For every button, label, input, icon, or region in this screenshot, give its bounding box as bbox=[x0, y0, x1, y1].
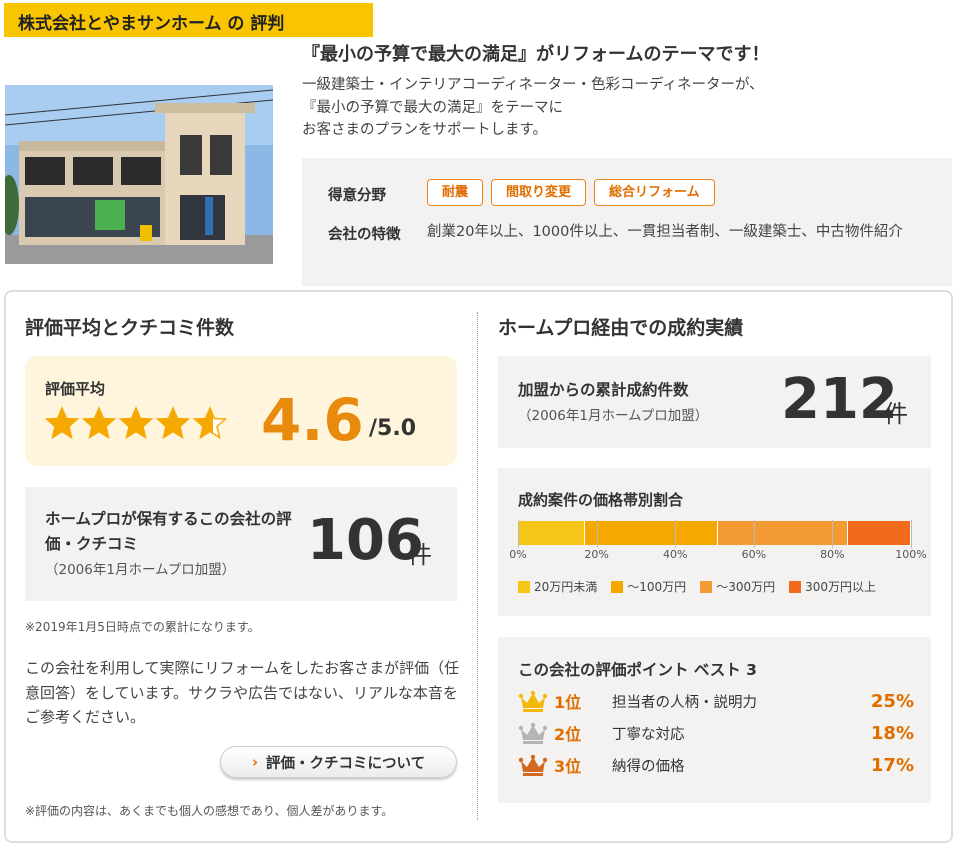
rating-label: 評価平均 bbox=[45, 380, 106, 398]
axis-tick-label: 0% bbox=[509, 548, 527, 561]
review-count-sub: （2006年1月ホームプロ加盟） bbox=[45, 562, 236, 578]
axis-gridline bbox=[596, 520, 598, 548]
price-range-box: 成約案件の価格帯別割合 0% 20% 40% 60% 80% 100% 20万円未満 ～10… bbox=[498, 468, 931, 616]
crown-icon bbox=[518, 722, 548, 744]
rating-stars bbox=[45, 406, 227, 440]
axis-tick-label: 20% bbox=[584, 548, 609, 561]
traits-label: 会社の特徴 bbox=[328, 227, 401, 243]
contract-sub: （2006年1月ホームプロ加盟） bbox=[518, 408, 709, 424]
chevron-right-icon: › bbox=[251, 753, 259, 771]
rank-row: 2位 丁寧な対応 18% bbox=[518, 719, 914, 747]
rating-heading: 評価平均とクチコミ件数 bbox=[25, 317, 235, 339]
column-divider bbox=[477, 312, 478, 820]
feature-box: 得意分野 耐震 間取り変更 総合リフォーム 会社の特徴 創業20年以上、1000… bbox=[302, 158, 952, 286]
legend-swatch bbox=[789, 580, 802, 593]
cumulative-note: ※2019年1月5日時点での累計になります。 bbox=[25, 620, 260, 634]
crown-icon bbox=[518, 754, 548, 776]
crown-icon bbox=[518, 690, 548, 712]
description-line: 『最小の予算で最大の満足』をテーマに bbox=[302, 99, 563, 116]
star-icon bbox=[119, 406, 153, 440]
contract-box: 加盟からの累計成約件数 （2006年1月ホームプロ加盟） 212 件 bbox=[498, 356, 931, 448]
rank-number: 3位 bbox=[554, 757, 582, 776]
page-title: 株式会社とやまサンホーム の 評判 bbox=[4, 3, 373, 37]
legend-label: ～100万円 bbox=[627, 580, 687, 594]
price-range-segment bbox=[518, 521, 585, 545]
rank-row: 1位 担当者の人柄・説明力 25% bbox=[518, 687, 914, 715]
review-explanation: この会社を利用して実際にリフォームをしたお客さまが評価（任意回答）をしています。… bbox=[25, 659, 460, 726]
review-count-value: 106 bbox=[307, 508, 424, 573]
price-range-segment bbox=[584, 521, 719, 545]
legend-label: 20万円未満 bbox=[534, 580, 598, 594]
star-icon bbox=[156, 406, 190, 440]
price-range-title: 成約案件の価格帯別割合 bbox=[518, 491, 684, 509]
axis-tick-label: 60% bbox=[741, 548, 767, 561]
price-range-axis: 0% 20% 40% 60% 80% 100% bbox=[509, 520, 927, 566]
legend-item: 300万円以上 bbox=[789, 578, 876, 595]
rank-percentage: 25% bbox=[870, 690, 914, 712]
price-range-bar bbox=[518, 521, 911, 545]
review-count-unit: 件 bbox=[408, 541, 432, 569]
legend-label: ～300万円 bbox=[716, 580, 776, 594]
about-reviews-button[interactable]: › 評価・クチコミについて bbox=[220, 746, 457, 778]
price-range-legend: 20万円未満 ～100万円 ～300万円 300万円以上 bbox=[518, 578, 876, 595]
rank-label: 納得の価格 bbox=[612, 758, 685, 775]
axis-gridline bbox=[832, 520, 834, 548]
description-line: お客さまのプランをサポートします。 bbox=[302, 122, 548, 138]
legend-swatch bbox=[518, 580, 530, 593]
price-range-segment bbox=[848, 521, 911, 545]
rating-max: /5.0 bbox=[369, 416, 417, 441]
star-icon bbox=[193, 406, 227, 440]
review-count-box: ホームプロが保有するこの会社の評価・クチコミ （2006年1月ホームプロ加盟） … bbox=[25, 487, 457, 601]
description-line: 一級建築士・インテリアコーディネーター・色彩コーディネーターが、 bbox=[302, 77, 764, 93]
star-icon bbox=[45, 406, 79, 440]
axis-gridline bbox=[518, 520, 519, 548]
rank-number: 2位 bbox=[554, 725, 582, 744]
rank-percentage: 18% bbox=[870, 722, 914, 744]
specialty-tags: 耐震 間取り変更 総合リフォーム bbox=[427, 179, 715, 206]
rank-label: 担当者の人柄・説明力 bbox=[612, 694, 757, 711]
disclaimer-note: ※評価の内容は、あくまでも個人の感想であり、個人差があります。 bbox=[25, 804, 394, 818]
best-points-title: この会社の評価ポイント ベスト 3 bbox=[518, 661, 757, 679]
axis-tick-label: 100% bbox=[895, 548, 927, 561]
company-photo bbox=[5, 85, 273, 264]
contract-count-value: 212 bbox=[781, 367, 898, 432]
traits-text: 創業20年以上、1000件以上、一貫担当者制、一級建築士、中古物件紹介 bbox=[427, 224, 903, 240]
rank-number: 1位 bbox=[554, 693, 582, 712]
axis-gridline bbox=[675, 520, 677, 548]
legend-item: ～300万円 bbox=[700, 578, 775, 595]
axis-tick-label: 80% bbox=[820, 548, 845, 561]
contract-count-unit: 件 bbox=[884, 400, 908, 428]
best-points-box: この会社の評価ポイント ベスト 3 1位 担当者の人柄・説明力 25% 2位 丁寧な対応… bbox=[498, 637, 931, 803]
legend-label: 300万円以上 bbox=[805, 580, 876, 594]
about-reviews-label: 評価・クチコミについて bbox=[266, 755, 426, 772]
company-description: 一級建築士・インテリアコーディネーター・色彩コーディネーターが、 『最小の予算で… bbox=[302, 74, 902, 142]
specialty-tag[interactable]: 間取り変更 bbox=[491, 179, 587, 206]
contract-label: 加盟からの累計成約件数 bbox=[518, 381, 689, 399]
axis-gridline bbox=[753, 520, 755, 548]
legend-item: 20万円未満 bbox=[518, 578, 597, 595]
legend-item: ～100万円 bbox=[611, 578, 686, 595]
axis-gridline bbox=[911, 520, 912, 548]
star-icon bbox=[82, 406, 116, 440]
rating-score: 4.6 bbox=[261, 386, 364, 454]
rank-percentage: 17% bbox=[870, 754, 914, 776]
specialty-label: 得意分野 bbox=[328, 188, 386, 204]
legend-swatch bbox=[611, 580, 624, 593]
review-count-label: ホームプロが保有するこの会社の評価・クチコミ bbox=[45, 510, 292, 553]
rating-box: 評価平均 4.6 /5.0 bbox=[25, 356, 457, 466]
specialty-tag[interactable]: 総合リフォーム bbox=[594, 179, 715, 206]
contract-heading: ホームプロ経由での成約実績 bbox=[498, 317, 744, 339]
rank-label: 丁寧な対応 bbox=[612, 726, 685, 743]
legend-swatch bbox=[700, 580, 713, 593]
price-range-segment bbox=[718, 521, 849, 545]
specialty-tag[interactable]: 耐震 bbox=[427, 179, 484, 206]
axis-tick-label: 40% bbox=[662, 548, 688, 561]
company-lead: 『最小の予算で最大の満足』がリフォームのテーマです！ bbox=[302, 44, 770, 65]
rank-row: 3位 納得の価格 17% bbox=[518, 751, 914, 779]
